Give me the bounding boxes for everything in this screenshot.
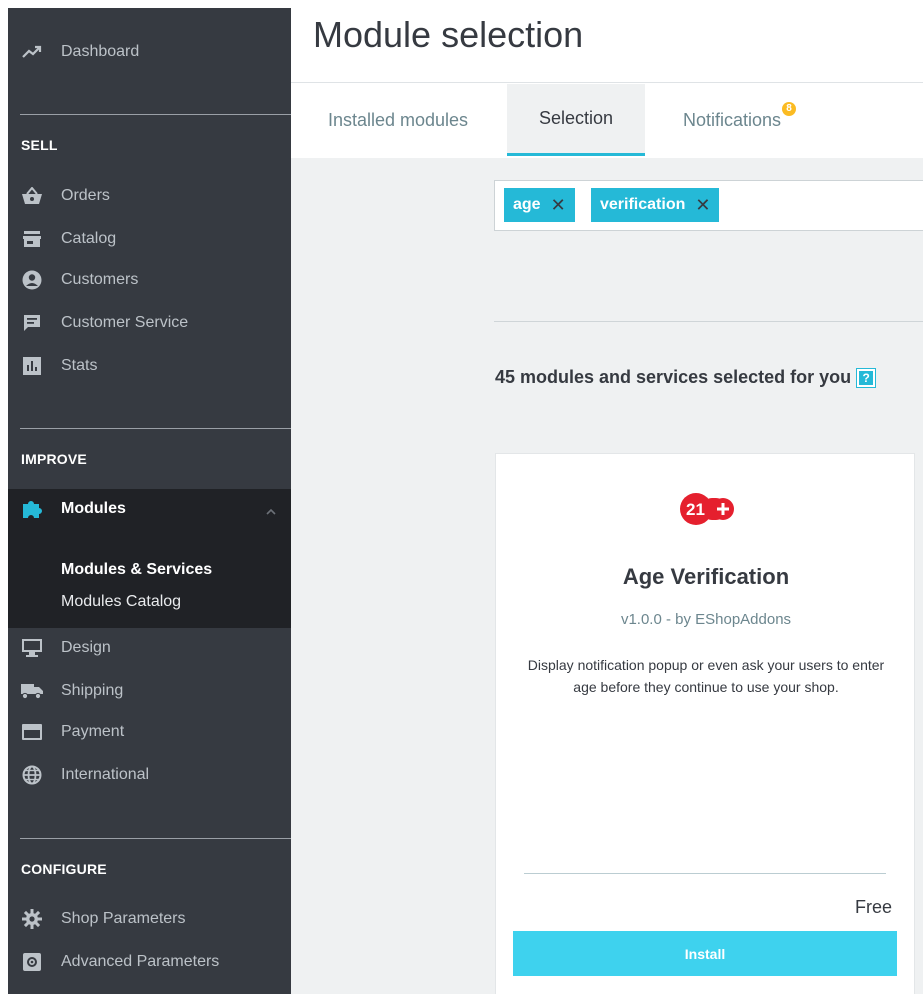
close-icon[interactable]: ✕ [551,195,566,216]
sidebar-item-shop-parameters[interactable]: Shop Parameters [8,901,291,937]
sidebar-item-dashboard[interactable]: Dashboard [8,34,291,70]
sidebar-item-label: Catalog [61,230,117,247]
sidebar-item-design[interactable]: Design [8,630,291,666]
header-divider [291,82,923,83]
tab-selection[interactable]: Selection [507,84,645,156]
sidebar-divider [20,428,291,429]
puzzle-icon [21,498,43,520]
sidebar-item-advanced-parameters[interactable]: Advanced Parameters [8,944,291,980]
help-icon[interactable]: ? [856,368,877,389]
sidebar-item-label: Advanced Parameters [61,953,220,970]
sidebar: Dashboard SELL Orders Catalog Customers … [8,8,291,994]
tab-label: Notifications [682,109,782,130]
tab-label: Installed modules [327,109,469,130]
sidebar-item-label: Modules [61,500,126,517]
globe-icon [21,764,43,786]
section-title-sell: SELL [21,137,58,153]
tab-installed-modules[interactable]: Installed modules [300,84,496,156]
sidebar-item-customer-service[interactable]: Customer Service [8,305,291,341]
sidebar-item-label: Dashboard [61,43,140,60]
desktop-icon [21,637,43,659]
trending-up-icon [21,41,43,63]
sidebar-subitem-modules-catalog[interactable]: Modules Catalog [61,593,181,611]
sidebar-item-label: Customer Service [61,314,189,331]
sidebar-item-label: Design [61,639,111,656]
gear-icon [21,908,43,930]
sidebar-item-label: Stats [61,357,98,374]
sidebar-item-label: Shipping [61,682,124,699]
sidebar-item-international[interactable]: International [8,757,291,793]
module-price: Free [854,897,892,917]
modules-count-summary: 45 modules and services selected for you… [495,367,877,389]
module-version: v1.0.0 - by EShopAddons [620,611,792,628]
notification-badge: 8 [782,101,797,116]
sidebar-item-shipping[interactable]: Shipping [8,673,291,709]
modules-submenu: Modules Modules & Services Modules Catal… [8,489,291,628]
tab-label-wrap: Notifications 8 [682,101,797,131]
svg-text:21: 21 [686,500,705,519]
sidebar-item-catalog[interactable]: Catalog [8,221,291,257]
age-21-logo-icon: 21 [679,492,739,526]
sidebar-item-label: International [61,766,150,783]
chat-icon [21,312,43,334]
sidebar-item-stats[interactable]: Stats [8,348,291,384]
module-description: Display notification popup or even ask y… [527,657,885,695]
sidebar-item-payment[interactable]: Payment [8,714,291,750]
install-button[interactable]: Install [513,931,897,976]
truck-icon [21,680,43,702]
section-title-configure: CONFIGURE [21,861,107,877]
sidebar-divider [20,114,291,115]
page-title: Module selection [313,14,584,55]
search-tag: age ✕ [504,188,575,222]
sidebar-item-modules[interactable]: Modules [8,489,291,529]
bar-chart-icon [21,355,43,377]
card-divider [524,873,886,874]
shopping-basket-icon [21,185,43,207]
sidebar-item-label: Customers [61,271,139,288]
tag-label: age [513,196,541,213]
tab-label: Selection [538,108,614,128]
sidebar-item-label: Payment [61,723,125,740]
sidebar-item-orders[interactable]: Orders [8,178,291,214]
store-icon [21,228,43,250]
summary-text: 45 modules and services selected for you [495,367,852,387]
credit-card-icon [21,721,43,743]
search-tag: verification ✕ [591,188,720,222]
close-icon[interactable]: ✕ [695,195,710,216]
search-tags-input[interactable]: age ✕ verification ✕ [494,180,923,231]
module-card: 21 Age Verification v1.0.0 - by EShopAdd… [495,453,915,994]
sidebar-item-label: Shop Parameters [61,910,186,927]
settings-box-icon [21,951,43,973]
section-title-improve: IMPROVE [21,451,87,467]
account-circle-icon [21,269,43,291]
tab-notifications[interactable]: Notifications 8 [657,84,807,156]
divider [494,321,923,322]
chevron-up-icon [265,503,277,521]
sidebar-subitem-modules-services[interactable]: Modules & Services [61,561,212,579]
sidebar-item-customers[interactable]: Customers [8,262,291,298]
sidebar-divider [20,838,291,839]
sidebar-item-label: Orders [61,187,110,204]
tag-label: verification [600,196,686,213]
module-name: Age Verification [622,564,790,589]
